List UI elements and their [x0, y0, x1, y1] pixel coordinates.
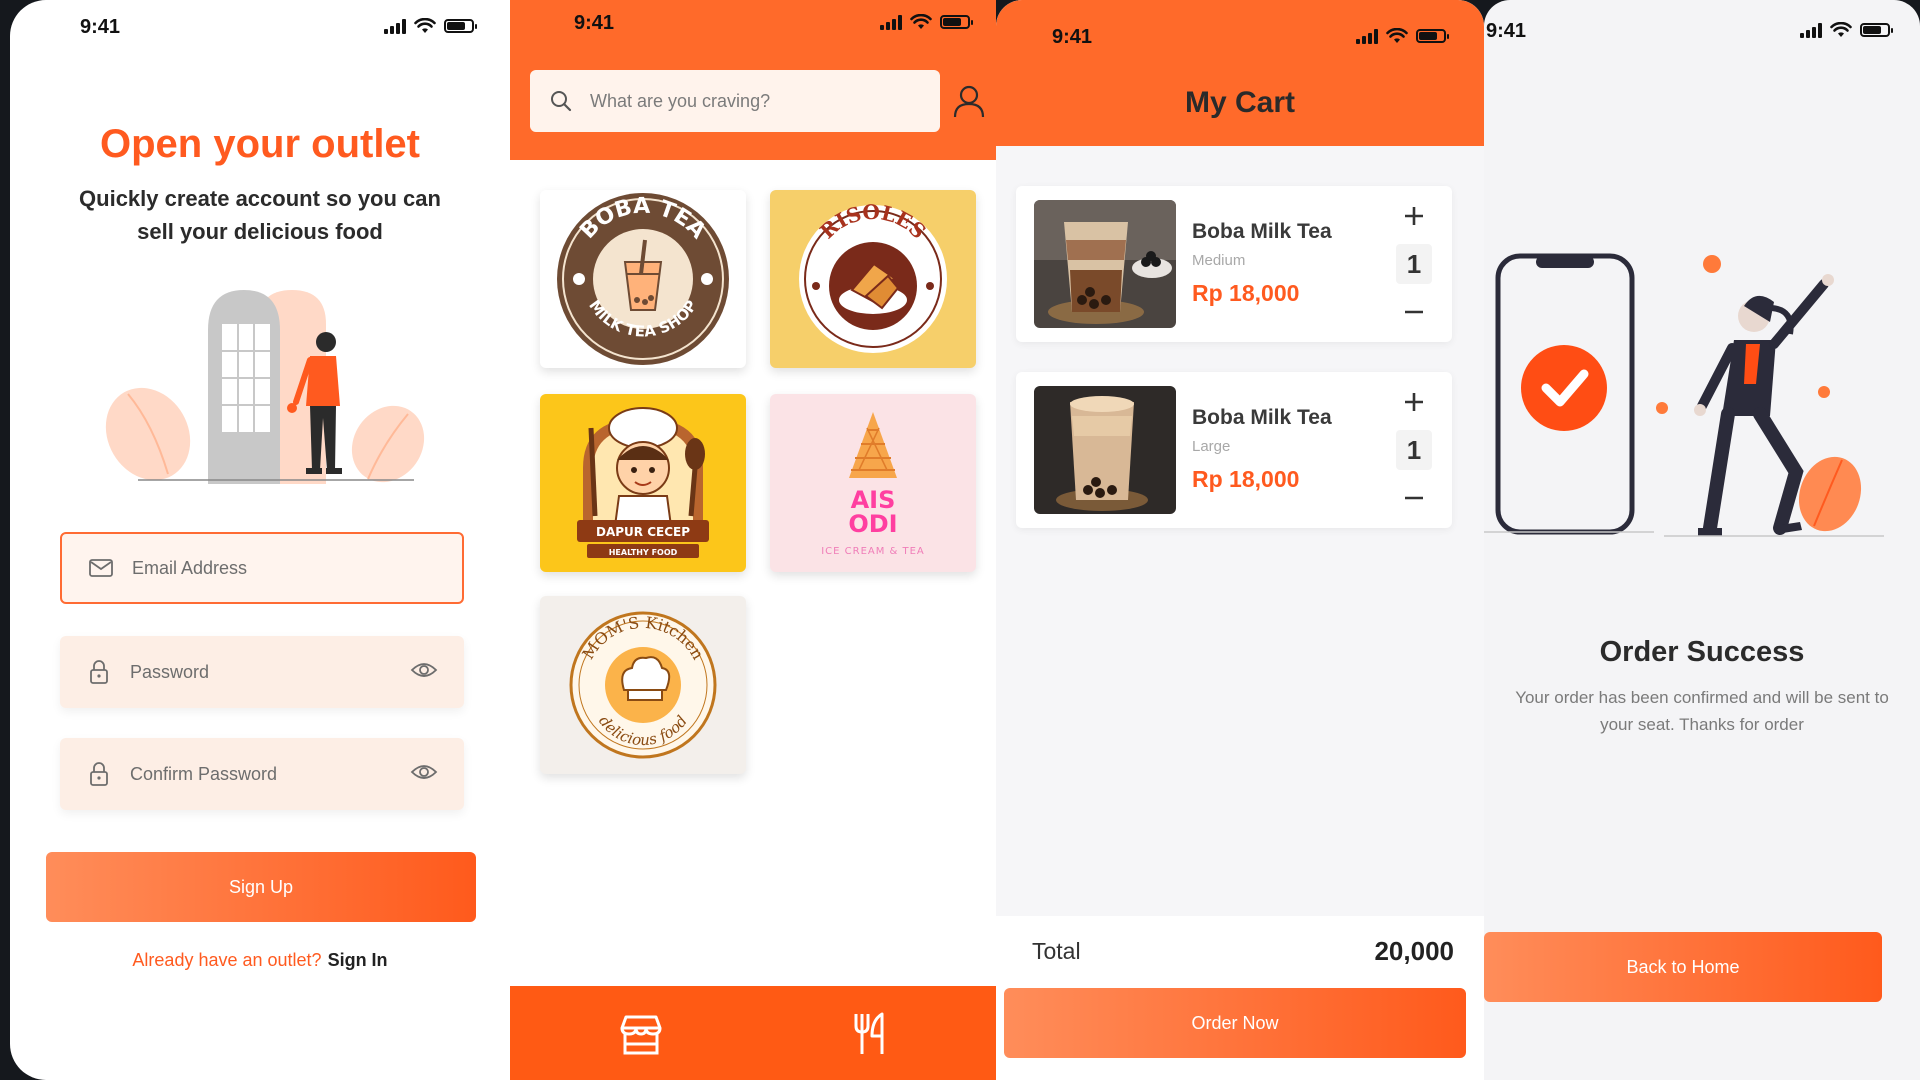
status-bar: 9:41 [1484, 14, 1920, 44]
product-size: Large [1192, 438, 1231, 455]
ais-odi-logo-subtext: ICE CREAM & TEA [821, 546, 925, 557]
dapur-logo-subtext: HEALTHY FOOD [609, 548, 678, 557]
fork-knife-icon[interactable] [850, 1012, 890, 1056]
status-time: 9:41 [1486, 20, 1527, 42]
wifi-icon [414, 18, 436, 33]
total-value: 20,000 [1374, 936, 1454, 966]
outlet-card-risoles[interactable]: RISOLES [770, 190, 976, 368]
product-image [1034, 386, 1176, 514]
status-bar: 9:41 [996, 14, 1484, 48]
email-field[interactable]: Email Address [60, 532, 464, 604]
cart-screen: 9:41 My Cart Boba Milk Tea Medium Rp 18,… [996, 0, 1484, 1080]
cart-item: Boba Milk Tea Large Rp 18,000 1 [1016, 372, 1452, 528]
wifi-icon [1830, 22, 1852, 37]
lock-icon [86, 660, 112, 684]
plus-icon[interactable] [1402, 204, 1426, 228]
signal-icon [1356, 28, 1378, 44]
signal-icon [384, 18, 406, 34]
product-name: Boba Milk Tea [1192, 220, 1332, 243]
product-image [1034, 200, 1176, 328]
app-showcase: 9:41 Open your outlet Quickly create acc… [0, 0, 1920, 1080]
status-icons [384, 18, 477, 34]
dapur-cecep-logo: DAPUR CECEP HEALTHY FOOD [577, 407, 709, 558]
check-circle-icon [1521, 345, 1607, 431]
product-price: Rp 18,000 [1192, 280, 1300, 306]
status-time: 9:41 [574, 12, 615, 34]
status-time: 9:41 [1052, 26, 1093, 48]
order-now-button[interactable]: Order Now [1004, 988, 1466, 1058]
quantity-value: 1 [1396, 244, 1432, 284]
profile-icon[interactable] [952, 84, 986, 118]
search-placeholder: What are you craving? [590, 90, 771, 111]
outlet-card-boba-tea[interactable]: BOBA TEA MILK TEA SHOP [540, 190, 746, 368]
product-size: Medium [1192, 252, 1246, 269]
page-title: Open your outlet [100, 122, 420, 166]
moms-kitchen-logo: MOM'S Kitchen delicious food [569, 611, 717, 759]
status-bar: 9:41 [510, 12, 996, 44]
product-name: Boba Milk Tea [1192, 406, 1332, 429]
status-icons [1356, 28, 1449, 44]
status-icons [880, 14, 973, 30]
confirm-password-field[interactable]: Confirm Password [60, 738, 464, 810]
quantity-value: 1 [1396, 430, 1432, 470]
bottom-tab-bar [510, 986, 996, 1080]
search-input[interactable]: What are you craving? [530, 70, 940, 132]
page-title: My Cart [1184, 86, 1296, 119]
battery-icon [444, 19, 477, 33]
back-to-home-button[interactable]: Back to Home [1484, 932, 1882, 1002]
success-message: Your order has been confirmed and will b… [1515, 688, 1889, 734]
total-label: Total [1032, 938, 1081, 964]
outlet-card-moms-kitchen[interactable]: MOM'S Kitchen delicious food [540, 596, 746, 774]
order-success-screen: 9:41 Order Success Your order has been c… [1484, 0, 1920, 1080]
minus-icon[interactable] [1402, 300, 1426, 324]
home-screen: 9:41 What are you craving? BOBA TEA MILK… [510, 0, 996, 1080]
status-icons [1800, 22, 1893, 38]
signup-button[interactable]: Sign Up [46, 852, 476, 922]
status-time: 9:41 [80, 16, 121, 38]
battery-icon [1860, 23, 1893, 37]
product-price: Rp 18,000 [1192, 466, 1300, 492]
battery-icon [940, 15, 973, 29]
boba-tea-logo: BOBA TEA MILK TEA SHOP [557, 193, 729, 365]
status-bar: 9:41 [10, 14, 510, 44]
order-success-illustration [1484, 253, 1884, 537]
signin-question: Already have an outlet? [132, 950, 322, 970]
wifi-icon [910, 14, 932, 29]
password-placeholder: Password [130, 661, 210, 682]
mail-icon [88, 557, 114, 579]
plus-icon[interactable] [1402, 390, 1426, 414]
cart-item: Boba Milk Tea Medium Rp 18,000 1 [1016, 186, 1452, 342]
signin-prompt: Already have an outlet? Sign In [10, 950, 510, 971]
page-title: Order Success [1599, 636, 1805, 668]
signin-link[interactable]: Sign In [328, 950, 388, 970]
lock-icon [86, 762, 112, 786]
show-confirm-password-icon[interactable] [410, 762, 438, 787]
signal-icon [880, 14, 902, 30]
dapur-logo-text: DAPUR CECEP [596, 525, 690, 539]
outlet-card-dapur-cecep[interactable]: DAPUR CECEP HEALTHY FOOD [540, 394, 746, 572]
outlet-card-ais-odi[interactable]: AIS ODI ICE CREAM & TEA [770, 394, 976, 572]
signal-icon [1800, 22, 1822, 38]
page-subtitle: Quickly create account so you can sell y… [79, 186, 441, 244]
store-icon[interactable] [618, 1014, 664, 1056]
email-placeholder: Email Address [132, 557, 248, 578]
show-password-icon[interactable] [410, 660, 438, 685]
signup-screen: 9:41 Open your outlet Quickly create acc… [10, 0, 510, 1080]
outlet-illustration [105, 290, 425, 484]
ais-odi-logo: AIS ODI ICE CREAM & TEA [821, 412, 925, 557]
wifi-icon [1386, 28, 1408, 43]
minus-icon[interactable] [1402, 486, 1426, 510]
battery-icon [1416, 29, 1449, 43]
confirm-password-placeholder: Confirm Password [130, 763, 278, 784]
odi-logo-text: ODI [848, 510, 897, 538]
risoles-logo: RISOLES [799, 204, 947, 353]
password-field[interactable]: Password [60, 636, 464, 708]
search-icon [550, 90, 572, 112]
